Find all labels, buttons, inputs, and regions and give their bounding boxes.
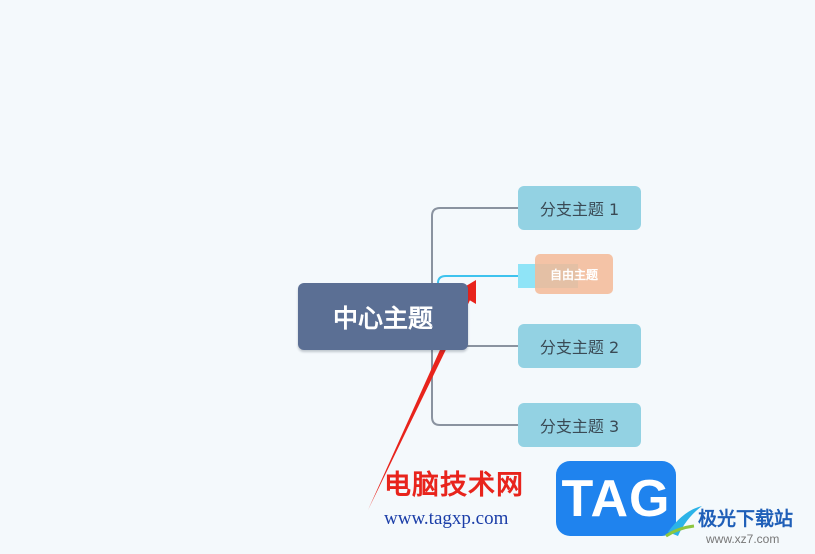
brand-url: www.xz7.com (706, 532, 780, 546)
branch-topic-1[interactable]: 分支主题 1 (518, 186, 641, 230)
watermark-site-url: www.tagxp.com (384, 508, 509, 529)
tag-logo-icon: TAG (556, 461, 676, 536)
mindmap-canvas[interactable]: 中心主题 分支主题 1 自由主题 分支主题 2 分支主题 3 电脑技术网 www… (0, 0, 815, 554)
free-topic[interactable]: 自由主题 (535, 254, 613, 294)
tag-logo-text: TAG (561, 469, 671, 528)
branch-connector-3 (431, 346, 518, 426)
brand-name: 极光下载站 (698, 508, 794, 530)
branch-topic-2-label: 分支主题 2 (539, 338, 620, 357)
branch-topic-1-label: 分支主题 1 (539, 200, 620, 219)
branch-topic-3-label: 分支主题 3 (539, 417, 620, 436)
branch-topic-3[interactable]: 分支主题 3 (518, 403, 641, 447)
branch-topic-2[interactable]: 分支主题 2 (518, 324, 641, 368)
free-topic-label: 自由主题 (549, 267, 598, 282)
watermark-site-name: 电脑技术网 (384, 470, 524, 501)
central-topic-label: 中心主题 (332, 303, 433, 333)
central-topic[interactable]: 中心主题 (298, 283, 468, 350)
